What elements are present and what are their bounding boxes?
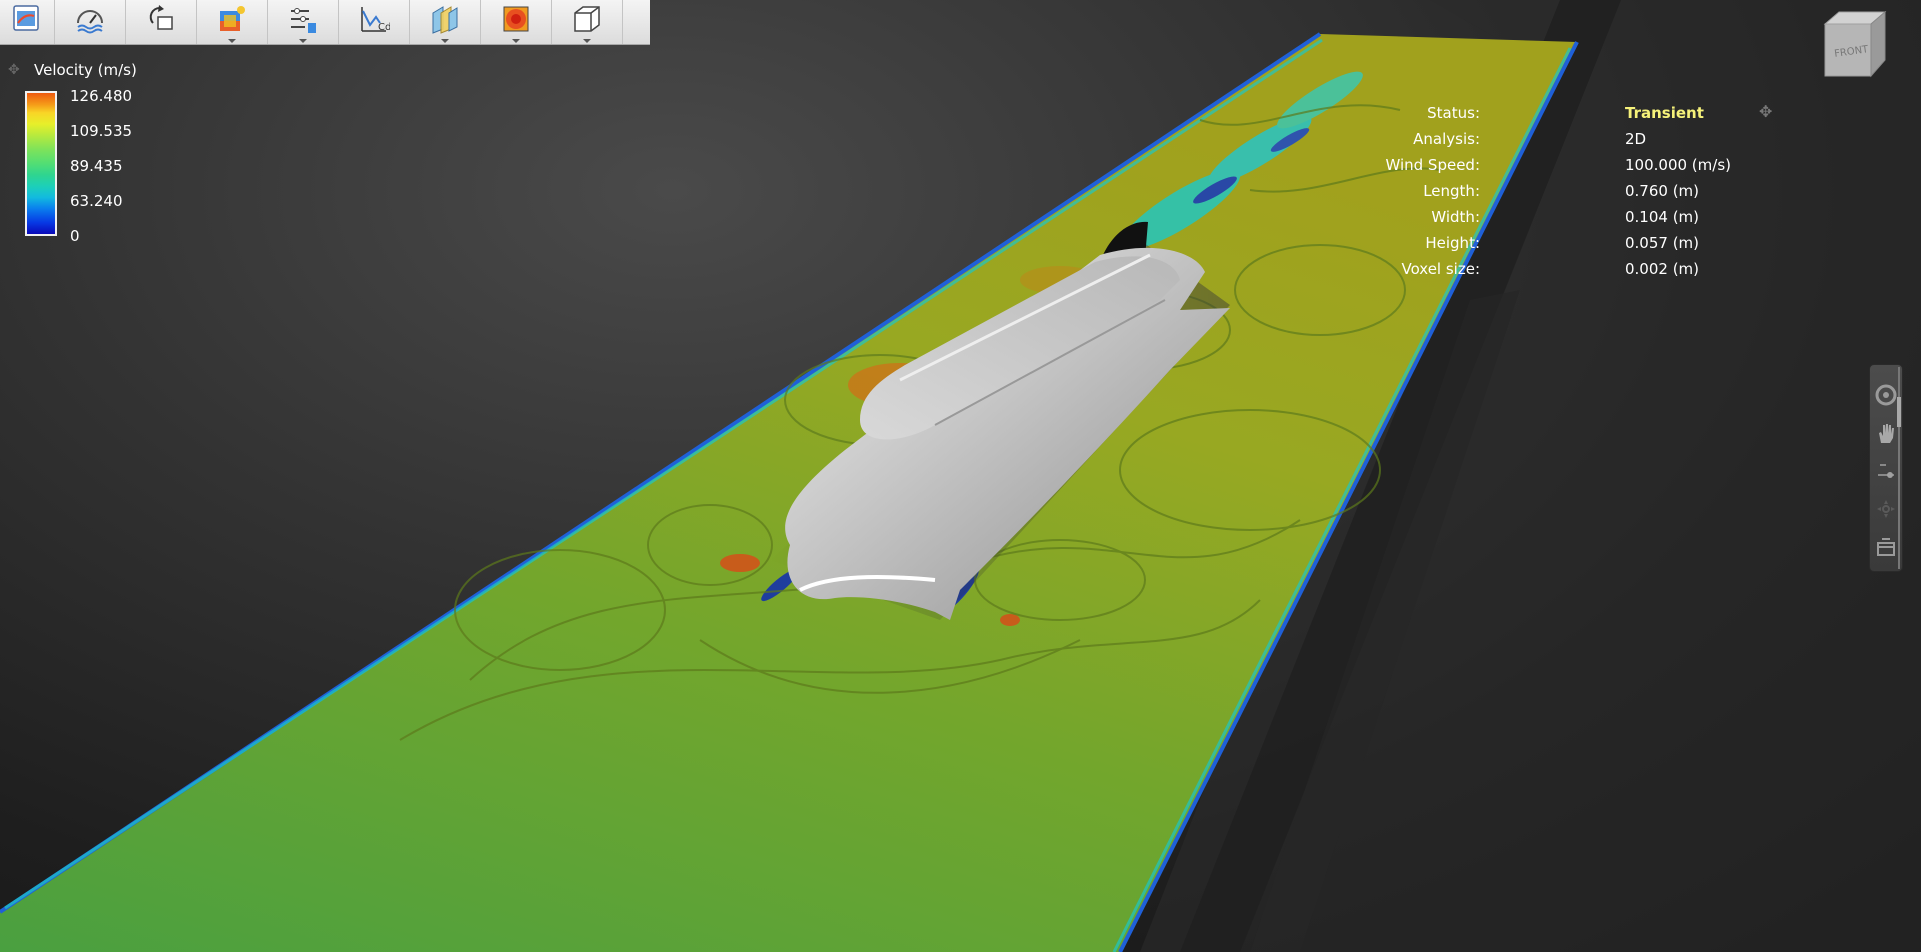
rotate-model-icon [149,5,173,30]
results-icon [13,5,39,31]
results-button[interactable] [0,0,55,44]
orbit-icon [1875,384,1897,406]
dropdown-arrow-icon[interactable] [228,39,236,43]
status-label: Status: [1427,104,1480,122]
width-label: Width: [1431,208,1480,226]
height-label: Height: [1425,234,1480,252]
pan-hand-icon [1879,424,1894,443]
analysis-label: Analysis: [1413,130,1480,148]
width-value: 0.104 (m) [1625,208,1700,226]
view-cube[interactable]: FRONT [1815,6,1891,82]
move-handle-icon[interactable]: ✥ [1759,102,1772,121]
legend-title: Velocity (m/s) [34,61,137,79]
color-shaded-model-icon [220,6,245,31]
height-value: 0.057 (m) [1625,234,1700,252]
wind-speed-value: 100.000 (m/s) [1625,156,1731,174]
settings-sliders-button[interactable] [268,0,339,44]
analysis-value: 2D [1625,130,1647,148]
status-value: Transient [1625,104,1704,122]
length-value: 0.760 (m) [1625,182,1700,200]
navbar-scrollbar[interactable] [1897,367,1901,569]
contour-plot-button[interactable] [481,0,552,44]
toolbar: Cd [0,0,650,45]
wind-speed-button[interactable] [55,0,126,44]
legend-tick-max: 126.480 [70,87,133,105]
settings-sliders-icon [291,8,316,33]
look-around-icon [1877,500,1895,518]
display-box-button[interactable] [552,0,623,44]
legend-tick: 89.435 [70,157,123,175]
legend-tick: 63.240 [70,192,123,210]
legend-tick-min: 0 [70,227,80,245]
section-planes-icon [432,6,458,34]
wind-speed-label: Wind Speed: [1385,156,1480,174]
length-label: Length: [1423,182,1480,200]
wind-speed-icon [77,10,103,34]
cd-chart-button[interactable]: Cd [339,0,410,44]
cd-chart-icon: Cd [361,7,390,33]
navigation-bar [1869,364,1903,572]
dropdown-arrow-icon[interactable] [441,39,449,43]
display-box-icon [574,6,600,32]
legend-tick: 109.535 [70,122,133,140]
section-planes-button[interactable] [410,0,481,44]
dropdown-arrow-icon[interactable] [512,39,520,43]
dropdown-arrow-icon[interactable] [583,39,591,43]
voxel-size-label: Voxel size: [1401,260,1480,278]
fit-view-icon [1877,538,1895,556]
dropdown-arrow-icon[interactable] [299,39,307,43]
svg-text:Cd: Cd [378,22,390,33]
color-shaded-model-button[interactable] [197,0,268,44]
voxel-size-value: 0.002 (m) [1625,260,1700,278]
contour-plot-icon [503,6,529,32]
color-scale-bar [25,91,57,236]
zoom-slider-icon [1878,464,1894,478]
rotate-model-button[interactable] [126,0,197,44]
move-handle-icon[interactable]: ✥ [8,62,20,78]
